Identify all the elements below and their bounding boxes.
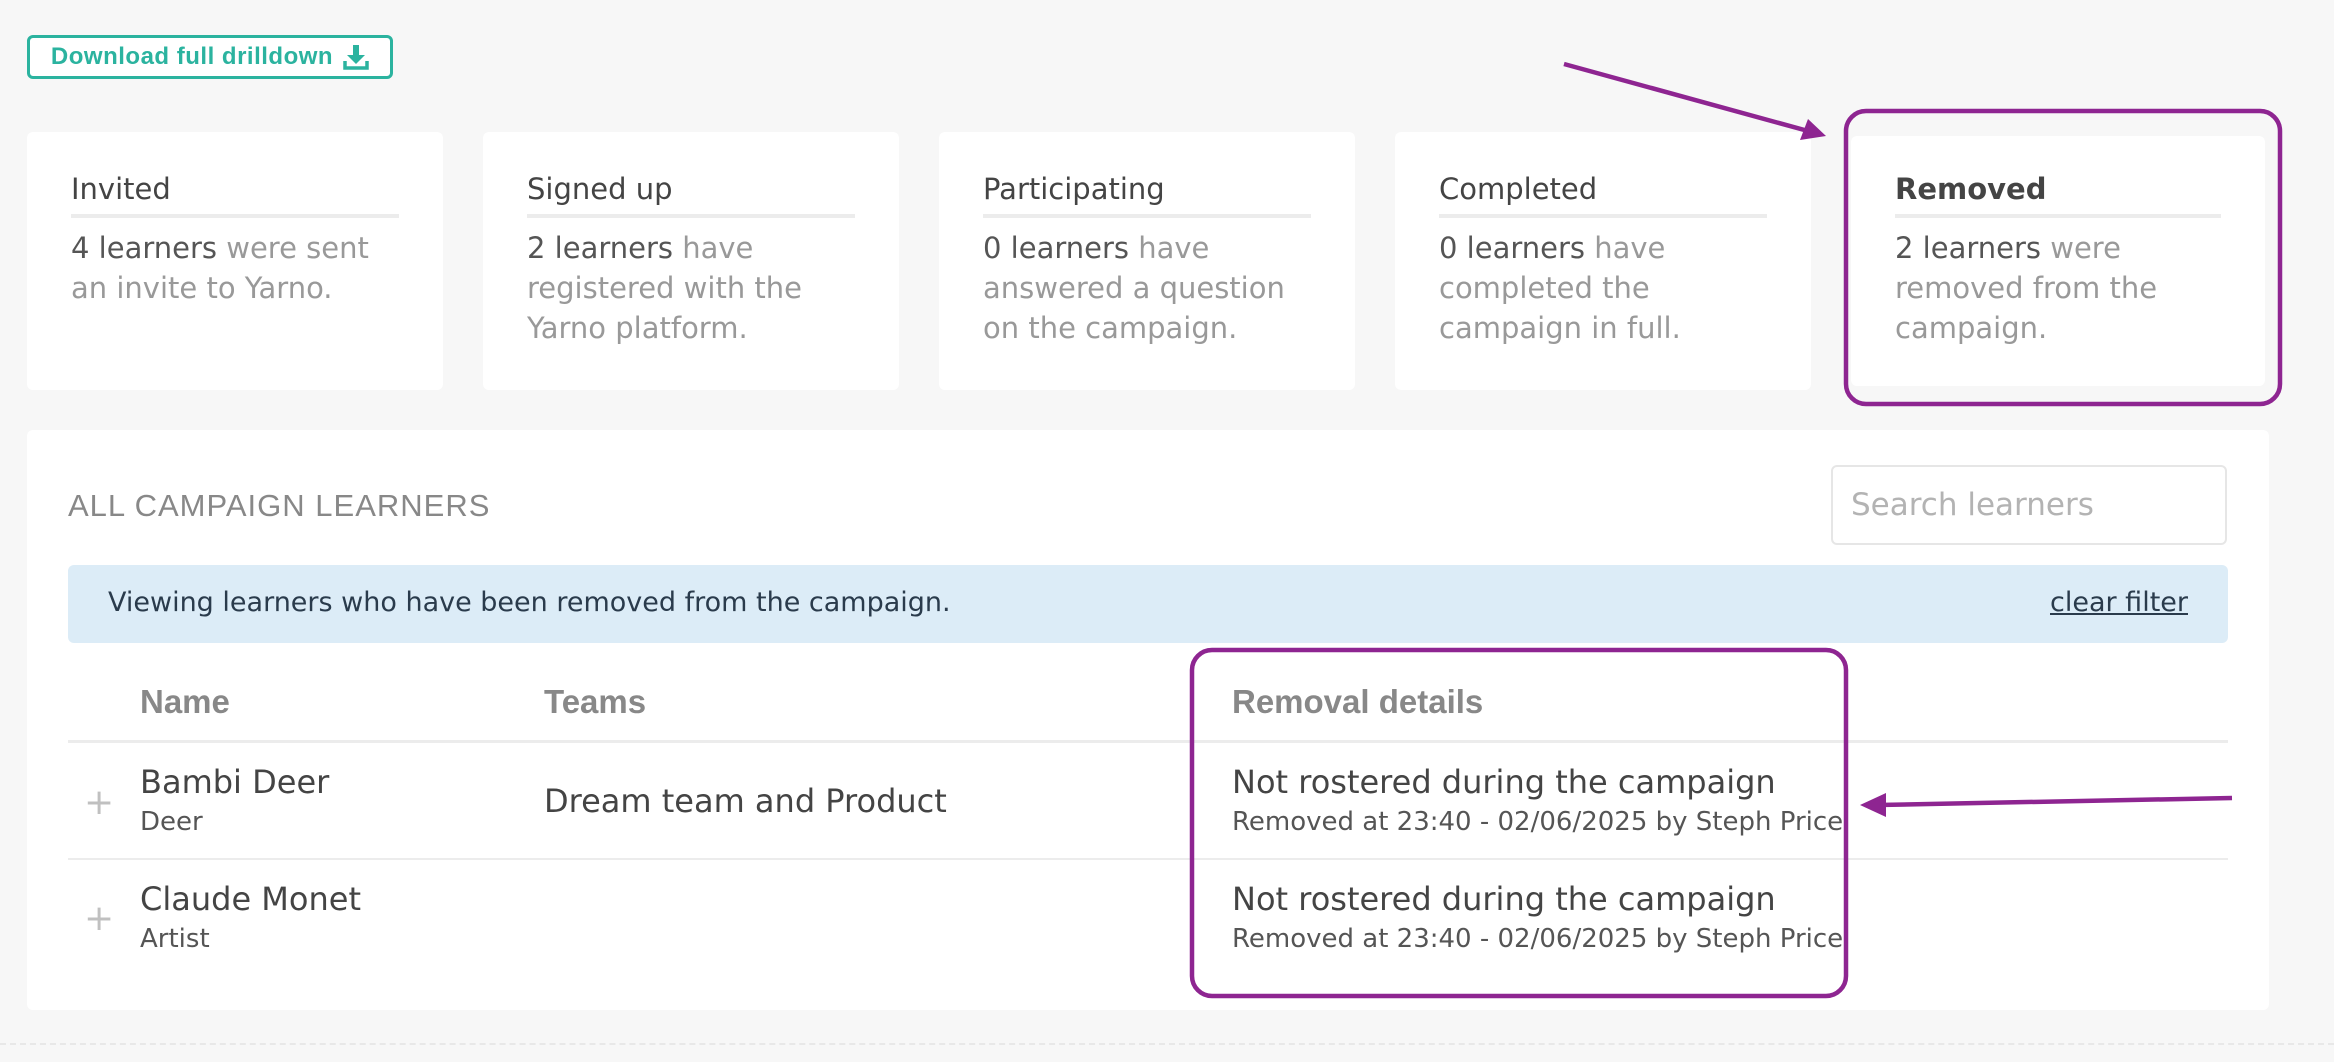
learner-name: Claude Monet bbox=[140, 880, 361, 918]
column-header-teams: Teams bbox=[544, 683, 647, 720]
learner-name: Bambi Deer bbox=[140, 763, 330, 801]
card-description: 2 learners have registered with the Yarn… bbox=[527, 228, 855, 348]
header-divider bbox=[68, 740, 2228, 743]
column-header-removal-details: Removal details bbox=[1232, 683, 1484, 720]
learner-teams: Dream team and Product bbox=[544, 782, 947, 820]
clear-filter-link[interactable]: clear filter bbox=[2050, 587, 2188, 618]
card-count: 2 learners bbox=[527, 231, 674, 265]
filter-banner: Viewing learners who have been removed f… bbox=[68, 565, 2228, 643]
stat-card-completed[interactable]: Completed 0 learners have completed the … bbox=[1395, 132, 1811, 390]
card-description: 0 learners have completed the campaign i… bbox=[1439, 228, 1767, 348]
download-label: Download full drilldown bbox=[50, 43, 334, 70]
card-count: 2 learners bbox=[1895, 231, 2042, 265]
removal-detail: Removed at 23:40 - 02/06/2025 by Steph P… bbox=[1232, 924, 1844, 954]
download-drilldown-button[interactable]: Download full drilldown bbox=[27, 35, 393, 79]
annotation-arrow-line-top bbox=[1563, 61, 1809, 134]
download-icon bbox=[343, 45, 369, 70]
card-description: 0 learners have answered a question on t… bbox=[983, 228, 1311, 348]
panel-title: ALL CAMPAIGN LEARNERS bbox=[68, 488, 491, 523]
card-description: 2 learners were removed from the campaig… bbox=[1895, 228, 2221, 348]
row-divider bbox=[68, 858, 2228, 860]
card-description: 4 learners were sent an invite to Yarno. bbox=[71, 228, 399, 308]
stat-card-participating[interactable]: Participating 0 learners have answered a… bbox=[939, 132, 1355, 390]
search-input[interactable] bbox=[1831, 465, 2227, 545]
removal-detail: Removed at 23:40 - 02/06/2025 by Steph P… bbox=[1232, 807, 1844, 837]
card-title: Invited bbox=[71, 172, 399, 218]
removal-reason: Not rostered during the campaign bbox=[1232, 880, 1776, 918]
filter-message: Viewing learners who have been removed f… bbox=[108, 587, 951, 618]
removal-reason: Not rostered during the campaign bbox=[1232, 763, 1776, 801]
card-title: Participating bbox=[983, 172, 1311, 218]
card-title: Removed bbox=[1895, 172, 2221, 218]
column-header-name: Name bbox=[140, 683, 230, 720]
expand-row-icon[interactable]: + bbox=[84, 901, 114, 937]
page-bottom-divider bbox=[0, 1043, 2334, 1045]
card-count: 4 learners bbox=[71, 231, 218, 265]
learner-subtitle: Artist bbox=[140, 924, 210, 954]
card-title: Signed up bbox=[527, 172, 855, 218]
card-count: 0 learners bbox=[983, 231, 1130, 265]
stat-card-removed[interactable]: Removed 2 learners were removed from the… bbox=[1851, 136, 2265, 386]
card-count: 0 learners bbox=[1439, 231, 1586, 265]
stat-card-invited[interactable]: Invited 4 learners were sent an invite t… bbox=[27, 132, 443, 390]
learner-subtitle: Deer bbox=[140, 807, 203, 837]
card-title: Completed bbox=[1439, 172, 1767, 218]
expand-row-icon[interactable]: + bbox=[84, 785, 114, 821]
stat-card-signed-up[interactable]: Signed up 2 learners have registered wit… bbox=[483, 132, 899, 390]
